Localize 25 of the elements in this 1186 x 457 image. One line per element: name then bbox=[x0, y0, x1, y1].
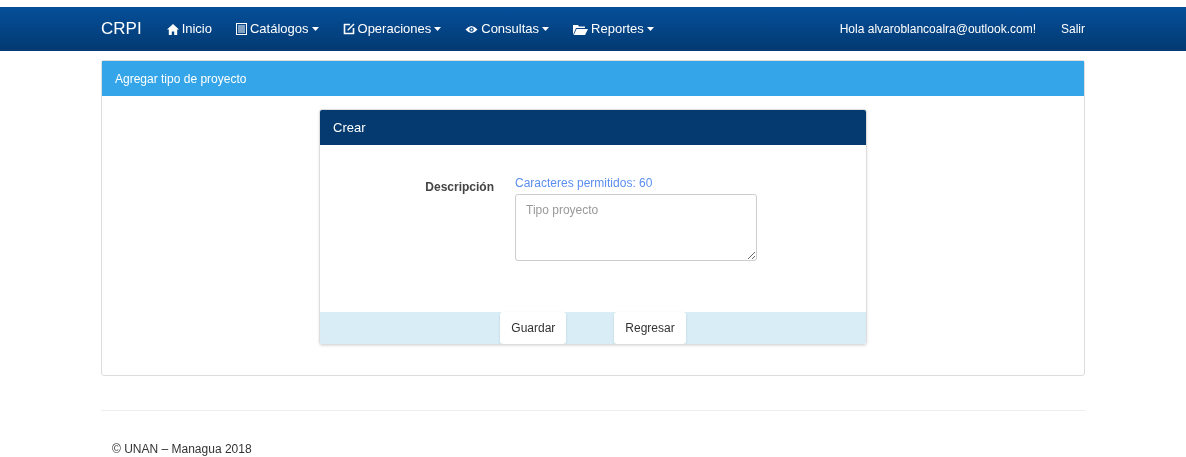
action-button[interactable]: Guardar bbox=[500, 312, 567, 344]
nav-menu-item[interactable]: Consultas bbox=[465, 19, 550, 39]
caret-icon bbox=[646, 27, 654, 31]
nav-menu-item[interactable]: Operaciones bbox=[342, 19, 442, 39]
list-icon bbox=[236, 23, 247, 35]
card-title: Crear bbox=[320, 110, 866, 145]
panel-title: Agregar tipo de proyecto bbox=[102, 61, 1084, 96]
greeting-text: Hola alvaroblancoalra@outlook.com! bbox=[839, 21, 1036, 38]
edit-icon bbox=[342, 23, 355, 35]
footer-text: © UNAN – Managua 2018 bbox=[112, 442, 252, 456]
caret-icon bbox=[311, 27, 319, 31]
description-field[interactable]: Tipo proyecto bbox=[515, 194, 757, 261]
eye-icon bbox=[465, 24, 479, 34]
caret-icon bbox=[542, 27, 550, 31]
brand-link[interactable]: CRPI bbox=[101, 16, 142, 42]
nav-menu-item[interactable]: Catálogos bbox=[236, 19, 319, 39]
home-icon bbox=[166, 23, 179, 35]
logout-link[interactable]: Salir bbox=[1061, 20, 1085, 38]
action-button[interactable]: Regresar bbox=[614, 312, 686, 344]
folder-icon bbox=[573, 23, 589, 35]
caret-icon bbox=[434, 27, 442, 31]
field-label: Descripción bbox=[425, 180, 494, 194]
nav-menu-item[interactable]: Reportes bbox=[573, 19, 654, 39]
character-limit-hint: Caracteres permitidos: 60 bbox=[515, 175, 654, 192]
nav-menu-item[interactable]: Inicio bbox=[166, 19, 212, 39]
